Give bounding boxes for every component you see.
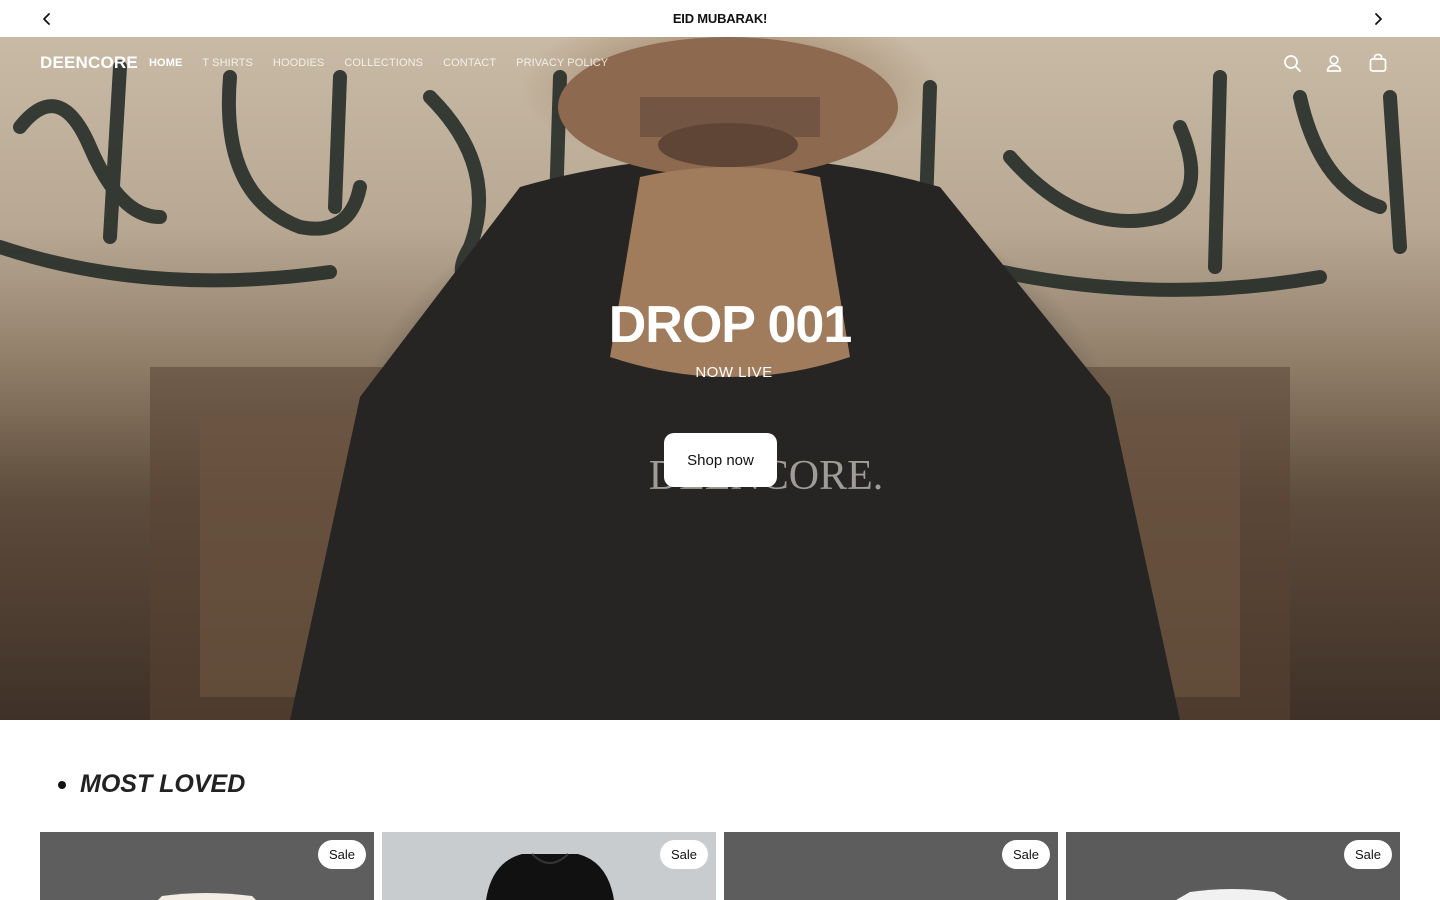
announcement-bar: EID MUBARAK!: [0, 0, 1440, 37]
announcement-text: EID MUBARAK!: [672, 11, 768, 26]
nav-item-collections[interactable]: COLLECTIONS: [344, 57, 423, 69]
cart-icon[interactable]: [1367, 52, 1389, 74]
bullet-icon: [58, 780, 66, 789]
site-logo[interactable]: DEENCORE: [40, 53, 138, 73]
product-card[interactable]: Sale: [382, 832, 716, 900]
nav-item-t-shirts[interactable]: T SHIRTS: [202, 57, 253, 69]
section-title: MOST LOVED: [80, 770, 246, 798]
most-loved-heading: MOST LOVED: [58, 770, 245, 799]
nav-item-privacy-policy[interactable]: PRIVACY POLICY: [516, 57, 608, 69]
chevron-right-icon[interactable]: [1368, 9, 1388, 29]
search-icon[interactable]: [1281, 52, 1303, 74]
main-nav: HOME T SHIRTS HOODIES COLLECTIONS CONTAC…: [149, 57, 608, 69]
chevron-left-icon[interactable]: [37, 9, 57, 29]
hero-banner: DEENCORE. DROP 001 NOW LIVE Shop now: [0, 37, 1440, 720]
account-icon[interactable]: [1323, 52, 1345, 74]
site-header: DEENCORE HOME T SHIRTS HOODIES COLLECTIO…: [0, 37, 1440, 89]
nav-item-home[interactable]: HOME: [149, 57, 182, 69]
product-card[interactable]: Sale: [40, 832, 374, 900]
shop-now-button[interactable]: Shop now: [664, 433, 777, 487]
sale-badge: Sale: [317, 840, 366, 869]
sale-badge: Sale: [1343, 840, 1392, 869]
product-card[interactable]: Sale: [724, 832, 1058, 900]
hero-subtitle: NOW LIVE: [695, 364, 773, 381]
nav-item-contact[interactable]: CONTACT: [443, 57, 496, 69]
product-card[interactable]: Sale: [1066, 832, 1400, 900]
hero-title: DROP 001: [608, 296, 853, 354]
product-grid: Sale Sale Sale Sale: [40, 832, 1400, 900]
sale-badge: Sale: [659, 840, 708, 869]
nav-item-hoodies[interactable]: HOODIES: [273, 57, 324, 69]
sale-badge: Sale: [1001, 840, 1050, 869]
